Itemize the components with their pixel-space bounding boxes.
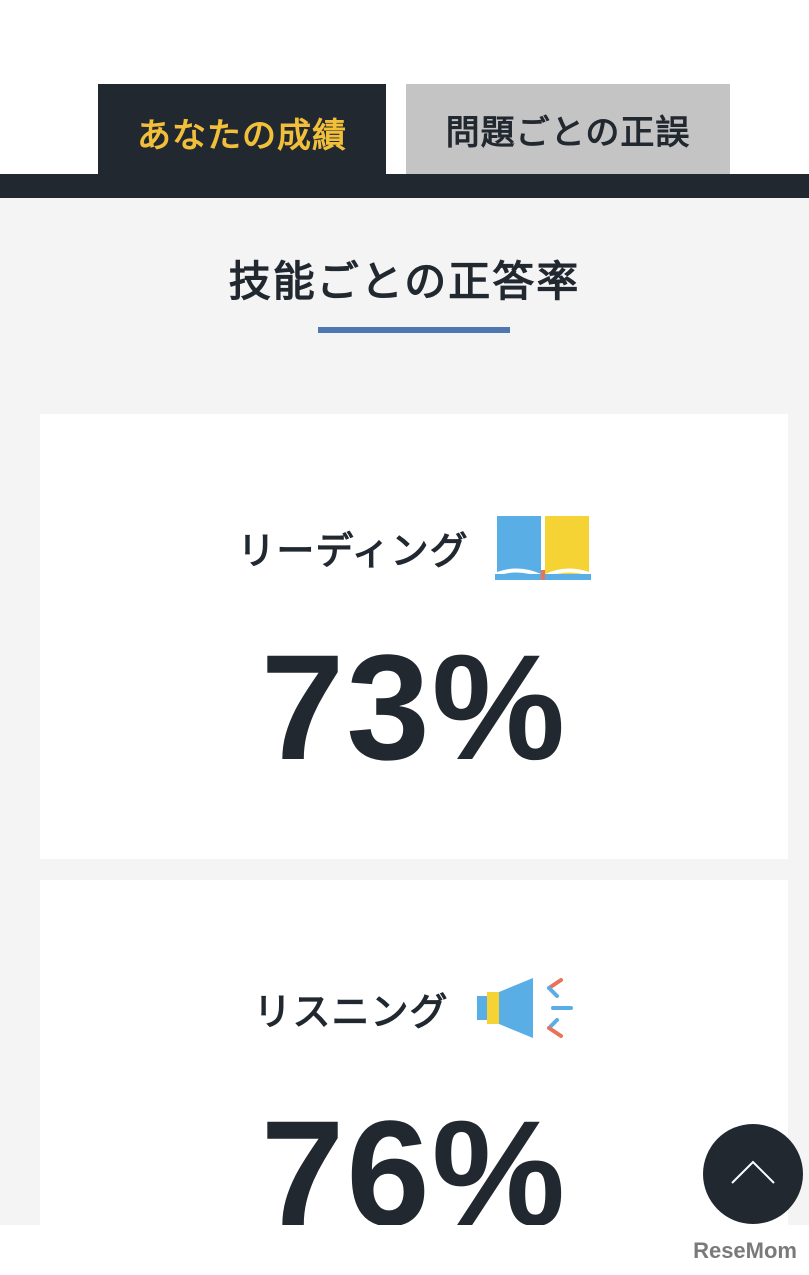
skill-percent-reading: 73% — [260, 623, 568, 791]
speaker-icon — [475, 976, 575, 1040]
watermark: ReseMom — [693, 1238, 797, 1263]
skill-label-listening: リスニング — [253, 989, 449, 1034]
skill-percent-listening: 76% — [260, 1089, 568, 1225]
tab-bar: あなたの成績 問題ごとの正誤 — [0, 0, 809, 198]
tab-question-results-label: 問題ごとの正誤 — [445, 112, 691, 153]
scroll-to-top-button[interactable] — [703, 1124, 803, 1224]
skill-card-listening: リスニング 76% — [40, 880, 788, 1225]
chevron-up-icon — [729, 1158, 777, 1190]
tab-question-results[interactable]: 問題ごとの正誤 — [406, 84, 730, 174]
section-title-underline — [318, 327, 510, 333]
footer — [0, 1225, 809, 1275]
open-book-icon — [494, 512, 591, 582]
tab-your-results[interactable]: あなたの成績 — [98, 84, 386, 180]
skill-header-listening: リスニング — [40, 976, 788, 1040]
tab-underline-bar — [0, 174, 809, 198]
tab-your-results-label: あなたの成績 — [137, 115, 347, 156]
skill-header-reading: リーディング — [40, 512, 788, 582]
skill-label-reading: リーディング — [237, 528, 469, 573]
skill-card-reading: リーディング 73% — [40, 414, 788, 859]
results-content: 技能ごとの正答率 リーディング 73% リスニング 76% — [0, 198, 809, 1225]
section-title: 技能ごとの正答率 — [228, 257, 581, 306]
